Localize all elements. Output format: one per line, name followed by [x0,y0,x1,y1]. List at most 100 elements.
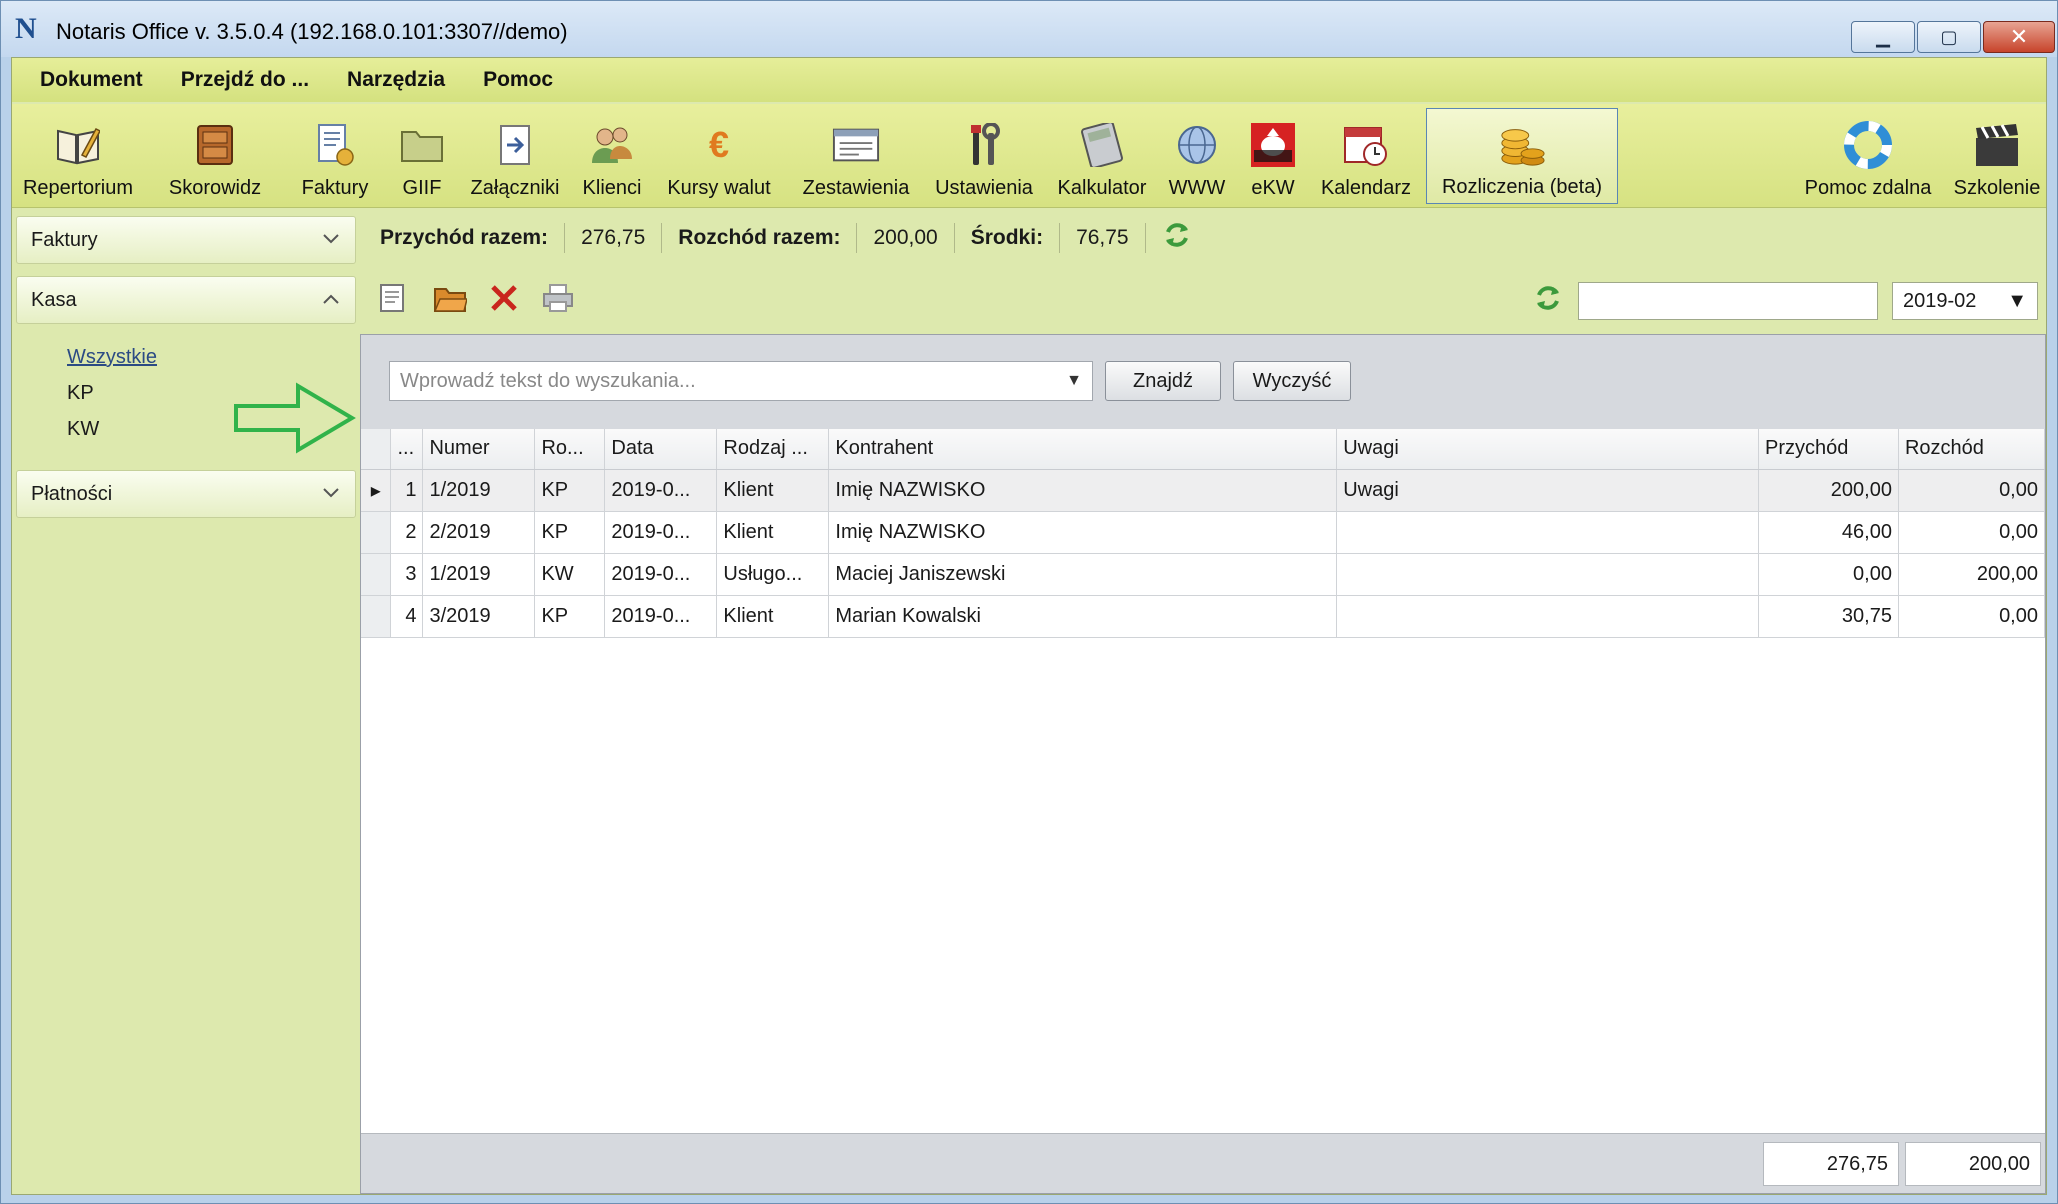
delete-icon[interactable] [486,278,522,318]
clapperboard-icon [1973,121,2021,169]
table-row[interactable]: 2 2/2019 KP 2019-0... Klient Imię NAZWIS… [361,511,2046,554]
toolbar-klienci[interactable]: Klienci [578,108,646,204]
cell-uwagi [1336,553,1759,596]
toolbar-kalkulator[interactable]: Kalkulator [1050,108,1154,204]
maximize-button[interactable]: ▢ [1917,21,1981,53]
toolbar-szkolenie[interactable]: Szkolenie [1948,108,2046,204]
filter-input[interactable] [1578,282,1878,320]
section-label: Faktury [31,228,98,251]
lifebuoy-icon [1844,121,1892,169]
nav-wszystkie[interactable]: Wszystkie [67,346,157,369]
refresh-icon[interactable] [1530,278,1566,318]
column-header-rodzaj[interactable]: Rodzaj ... [716,429,830,470]
toolbar-repertorium[interactable]: Repertorium [16,108,140,204]
menu-bar: Dokument Przejdź do ... Narzędzia Pomoc [12,58,2046,102]
totals-summary: Przychód razem: 276,75 Rozchód razem: 20… [380,218,1192,258]
total-expense: 200,00 [1905,1142,2041,1186]
divider [1144,223,1146,253]
clear-button[interactable]: Wyczyść [1233,361,1351,401]
cell-przychod: 46,00 [1758,511,1899,554]
new-document-icon[interactable] [374,278,410,318]
toolbar-kursy-walut[interactable]: € Kursy walut [656,108,782,204]
toolbar-pomoc-zdalna[interactable]: Pomoc zdalna [1796,108,1940,204]
minimize-button[interactable]: ▁ [1851,21,1915,53]
main-toolbar: Repertorium Skorowidz Faktury GIIF Załąc… [12,104,2046,208]
cell-rodzaj: Klient [716,595,830,638]
open-folder-icon[interactable] [432,278,468,318]
column-header-lp[interactable]: ... [390,429,424,470]
toolbar-label: Kalendarz [1320,177,1412,199]
row-header [361,511,392,554]
toolbar-faktury[interactable]: Faktury [280,108,390,204]
close-button[interactable]: ✕ [1983,21,2055,53]
folder-icon [398,121,446,169]
column-header-numer[interactable]: Numer [422,429,536,470]
menu-przejdz-do[interactable]: Przejdź do ... [181,68,309,92]
client-area: Dokument Przejdź do ... Narzędzia Pomoc … [11,57,2047,1195]
toolbar-label: Szkolenie [1953,177,2041,199]
table-row[interactable]: ▸ 1 1/2019 KP 2019-0... Klient Imię NAZW… [361,469,2046,512]
cell-rodzaj-dokumentu: KW [534,553,606,596]
column-header-przychod[interactable]: Przychód [1758,429,1899,470]
toolbar-label: Kalkulator [1057,177,1147,199]
application-window: N Notaris Office v. 3.5.0.4 (192.168.0.1… [0,0,2058,1204]
search-input[interactable]: Wprowadź tekst do wyszukania... ▼ [389,361,1093,401]
column-header-rozchod[interactable]: Rozchód [1898,429,2046,470]
cell-uwagi: Uwagi [1336,469,1759,512]
toolbar-label: Kursy walut [667,177,771,199]
toolbar-zestawienia[interactable]: Zestawienia [790,108,922,204]
app-logo-icon: N [15,12,37,45]
column-header-uwagi[interactable]: Uwagi [1336,429,1759,470]
column-header-rodzaj-dokumentu[interactable]: Ro... [534,429,606,470]
toolbar-label: Zestawienia [802,177,910,199]
table-header-row: ... Numer Ro... Data Rodzaj ... Kontrahe… [361,429,2046,470]
menu-narzedzia[interactable]: Narzędzia [347,68,445,92]
cell-lp: 3 [390,553,424,596]
nav-kp[interactable]: KP [67,382,94,405]
toolbar-zalaczniki[interactable]: Załączniki [462,108,568,204]
nav-kw[interactable]: KW [67,418,99,441]
refresh-totals-icon[interactable] [1162,220,1192,256]
cell-rozchod: 200,00 [1898,553,2046,596]
row-header [361,595,392,638]
cell-kontrahent: Maciej Janiszewski [828,553,1338,596]
cell-rodzaj-dokumentu: KP [534,511,606,554]
income-value: 276,75 [581,226,646,249]
menu-dokument[interactable]: Dokument [40,68,143,92]
table-row[interactable]: 3 1/2019 KW 2019-0... Usługo... Maciej J… [361,553,2046,596]
total-income: 276,75 [1763,1142,1899,1186]
cell-rodzaj-dokumentu: KP [534,469,606,512]
divider [661,223,663,253]
section-label: Płatności [31,482,113,505]
funds-value: 76,75 [1076,226,1129,249]
report-icon [832,121,880,169]
column-header-kontrahent[interactable]: Kontrahent [828,429,1338,470]
print-icon[interactable] [540,278,576,318]
toolbar-label: Skorowidz [168,177,262,199]
toolbar-skorowidz[interactable]: Skorowidz [158,108,272,204]
column-header-data[interactable]: Data [604,429,718,470]
cell-uwagi [1336,595,1759,638]
toolbar-ustawienia[interactable]: Ustawienia [926,108,1042,204]
menu-pomoc[interactable]: Pomoc [483,68,553,92]
title-bar: N Notaris Office v. 3.5.0.4 (192.168.0.1… [1,1,2057,57]
toolbar-kalendarz[interactable]: Kalendarz [1314,108,1418,204]
chevron-down-icon [323,231,339,249]
search-bar: Wprowadź tekst do wyszukania... ▼ Znajdź… [361,335,2045,429]
toolbar-www[interactable]: WWW [1162,108,1232,204]
cell-rodzaj-dokumentu: KP [534,595,606,638]
find-button[interactable]: Znajdź [1105,361,1221,401]
toolbar-giif[interactable]: GIIF [392,108,452,204]
calendar-icon [1342,121,1390,169]
cell-lp: 1 [390,469,424,512]
period-select[interactable]: 2019-02 ▼ [1892,282,2038,320]
table-row[interactable]: 4 3/2019 KP 2019-0... Klient Marian Kowa… [361,595,2046,638]
toolbar-ekw[interactable]: eKW [1240,108,1306,204]
section-faktury[interactable]: Faktury [16,216,356,264]
euro-icon: € [708,124,730,165]
section-platnosci[interactable]: Płatności [16,470,356,518]
cell-numer: 3/2019 [422,595,536,638]
globe-icon [1173,121,1221,169]
section-kasa[interactable]: Kasa [16,276,356,324]
toolbar-rozliczenia[interactable]: Rozliczenia (beta) [1426,108,1618,204]
